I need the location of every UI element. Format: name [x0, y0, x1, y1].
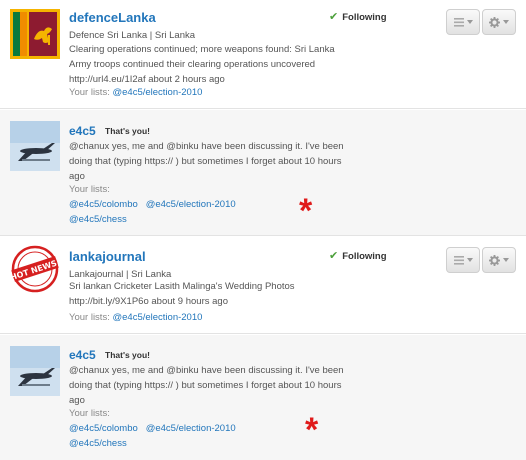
list-link[interactable]: @e4c5/colombo — [69, 423, 138, 434]
list-link[interactable]: @e4c5/chess — [69, 438, 127, 449]
your-lists: Your lists: @e4c5/election-2010 — [69, 87, 203, 98]
your-lists: Your lists: @e4c5/colombo @e4c5/election… — [69, 408, 236, 449]
chevron-down-icon — [503, 20, 509, 24]
latest-tweet: @chanux yes, me and @binku have been dis… — [69, 365, 344, 406]
your-lists: Your lists: @e4c5/colombo @e4c5/election… — [69, 184, 236, 225]
list-link[interactable]: @e4c5/election-2010 — [112, 87, 202, 98]
actions-menu-button[interactable] — [482, 247, 516, 273]
self-badge: That's you! — [105, 350, 150, 360]
list-icon — [453, 255, 464, 265]
list-menu-button[interactable] — [446, 9, 480, 35]
checkmark-icon: ✔ — [329, 250, 339, 262]
hot-news-logo: HOT NEWS! — [10, 244, 60, 294]
annotation-asterisk: * — [305, 411, 319, 449]
list-menu-button[interactable] — [446, 247, 480, 273]
latest-tweet: Sri lankan Cricketer Lasith Malinga's We… — [69, 281, 295, 307]
user-name[interactable]: e4c5 — [69, 348, 96, 362]
list-link[interactable]: @e4c5/chess — [69, 214, 127, 225]
checkmark-icon: ✔ — [329, 11, 339, 23]
self-badge: That's you! — [105, 126, 150, 136]
latest-tweet: @chanux yes, me and @binku have been dis… — [69, 141, 344, 182]
avatar-sri-lanka-flag[interactable] — [10, 9, 60, 59]
avatar-airplane[interactable] — [10, 346, 60, 396]
avatar-hot-news-stamp[interactable]: HOT NEWS! — [10, 244, 60, 294]
gear-icon — [489, 254, 500, 266]
user-card-e4c5: e4c5 That's you! @chanux yes, me and @bi… — [0, 110, 526, 236]
chevron-down-icon — [466, 20, 473, 24]
user-name[interactable]: lankajournal — [69, 249, 146, 264]
actions-menu-button[interactable] — [482, 9, 516, 35]
list-link[interactable]: @e4c5/colombo — [69, 199, 138, 210]
chevron-down-icon — [503, 258, 509, 262]
annotation-asterisk: * — [299, 192, 313, 230]
gear-icon — [489, 16, 500, 28]
avatar-airplane[interactable] — [10, 121, 60, 171]
list-icon — [453, 17, 464, 27]
chevron-down-icon — [466, 258, 473, 262]
user-name[interactable]: defenceLanka — [69, 10, 156, 25]
user-card-e4c5: e4c5 That's you! @chanux yes, me and @bi… — [0, 335, 526, 460]
user-meta: Defence Sri Lanka | Sri Lanka — [69, 30, 196, 41]
your-lists: Your lists: @e4c5/election-2010 — [69, 312, 203, 323]
latest-tweet: Clearing operations continued; more weap… — [69, 44, 335, 85]
user-card-defencelanka: defenceLanka ✔ Following Defence Sri Lank… — [0, 0, 526, 109]
list-link[interactable]: @e4c5/election-2010 — [146, 199, 236, 210]
user-card-lankajournal: HOT NEWS! lankajournal ✔ Following Lankaj… — [0, 237, 526, 334]
user-name[interactable]: e4c5 — [69, 124, 96, 138]
user-list: defenceLanka ✔ Following Defence Sri Lank… — [0, 0, 526, 460]
following-status: ✔ Following — [329, 250, 387, 262]
following-status: ✔ Following — [329, 11, 387, 23]
list-link[interactable]: @e4c5/election-2010 — [146, 423, 236, 434]
list-link[interactable]: @e4c5/election-2010 — [112, 312, 202, 323]
